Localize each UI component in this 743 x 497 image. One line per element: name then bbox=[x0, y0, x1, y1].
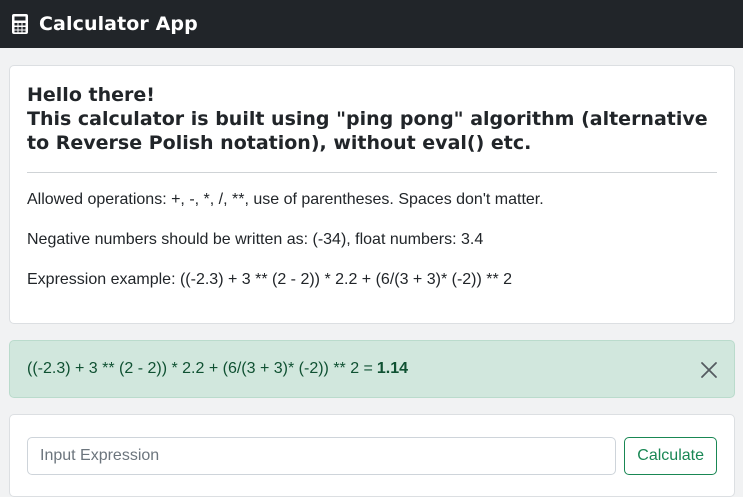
result-value: 1.14 bbox=[376, 360, 409, 377]
expression-input[interactable] bbox=[27, 436, 617, 475]
app-title[interactable]: Calculator App bbox=[39, 13, 198, 35]
calculate-button[interactable]: Calculate bbox=[624, 436, 717, 475]
intro-card: Hello there! This calculator is built us… bbox=[9, 65, 735, 324]
result-expression: ((-2.3) + 3 ** (2 - 2)) * 2.2 + (6/(3 + … bbox=[27, 360, 373, 377]
expression-example-text: Expression example: ((-2.3) + 3 ** (2 - … bbox=[27, 271, 513, 288]
calculator-icon bbox=[9, 13, 31, 35]
negative-numbers-text: Negative numbers should be written as: (… bbox=[27, 231, 484, 248]
expression-form: Calculate bbox=[9, 414, 735, 497]
divider bbox=[27, 172, 717, 173]
result-alert: ((-2.3) + 3 ** (2 - 2)) * 2.2 + (6/(3 + … bbox=[9, 340, 735, 398]
intro-headline: Hello there! This calculator is built us… bbox=[27, 83, 717, 155]
allowed-operations-text: Allowed operations: +, -, *, /, **, use … bbox=[27, 191, 544, 208]
navbar: Calculator App bbox=[0, 0, 743, 48]
close-icon[interactable] bbox=[698, 359, 720, 381]
headline-description: This calculator is built using "ping pon… bbox=[27, 108, 708, 154]
headline-greeting: Hello there! bbox=[27, 84, 155, 106]
